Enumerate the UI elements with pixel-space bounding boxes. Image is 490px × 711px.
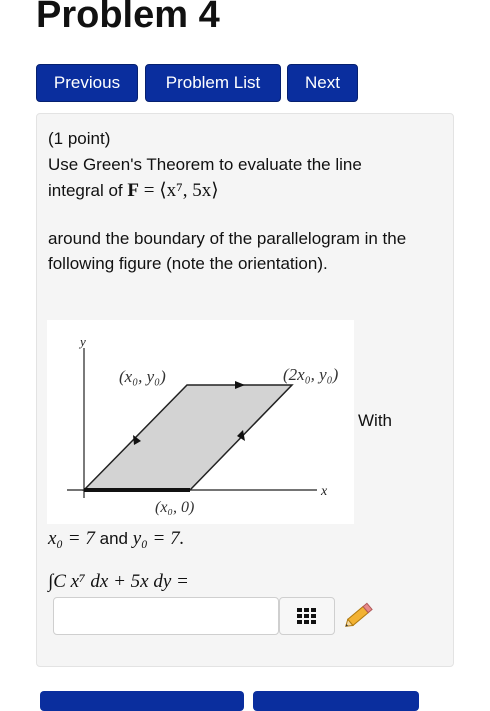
problem-text-line1: Use Green's Theorem to evaluate the line [48,155,362,174]
previous-button[interactable]: Previous [36,64,138,102]
problem-text-line4: following figure (note the orientation). [48,254,328,273]
problem-text-line3: around the boundary of the parallelogram… [48,229,407,248]
label-top-right: (2x₀, y₀) [283,365,339,384]
integral-expression: ∫C x⁷ dx + 5x dy = [48,570,189,594]
x0-value: x₀ = 7 [48,528,95,549]
parallelogram-figure: y x (x₀, y₀) (2x₀, y₀) (x₀, 0) [47,320,354,524]
with-text: With [358,411,392,430]
and-text: and [99,529,128,548]
line-integral-formula: ∫C x⁷ dx + 5x dy = [48,571,189,592]
page-title: Problem 4 [36,0,220,36]
given-values: x₀ = 7 and y₀ = 7. [48,527,184,551]
integral-of-text: integral of [48,181,123,200]
grid-icon [297,608,316,624]
answer-input[interactable] [53,597,279,635]
y0-value: y₀ = 7. [132,528,185,549]
bottom-button-left[interactable] [40,691,244,711]
next-button[interactable]: Next [287,64,358,102]
vector-field-equation: = ⟨x⁷, 5x⟩ [143,180,219,201]
x-axis-label: x [320,484,328,499]
problem-list-button[interactable]: Problem List [145,64,281,102]
parallelogram-shape [82,384,294,491]
bottom-button-right[interactable] [253,691,419,711]
vector-field-symbol: F [127,180,140,201]
label-bottom: (x₀, 0) [155,499,194,516]
pencil-icon[interactable] [340,600,376,632]
equation-palette-button[interactable] [279,597,335,635]
y-axis-label: y [78,334,86,349]
parallelogram-graph: y x (x₀, y₀) (2x₀, y₀) (x₀, 0) [67,334,339,516]
label-top-left: (x₀, y₀) [119,367,166,386]
problem-text-line2: integral of F = ⟨x⁷, 5x⟩ [48,179,219,203]
points-label: (1 point) [48,129,111,148]
